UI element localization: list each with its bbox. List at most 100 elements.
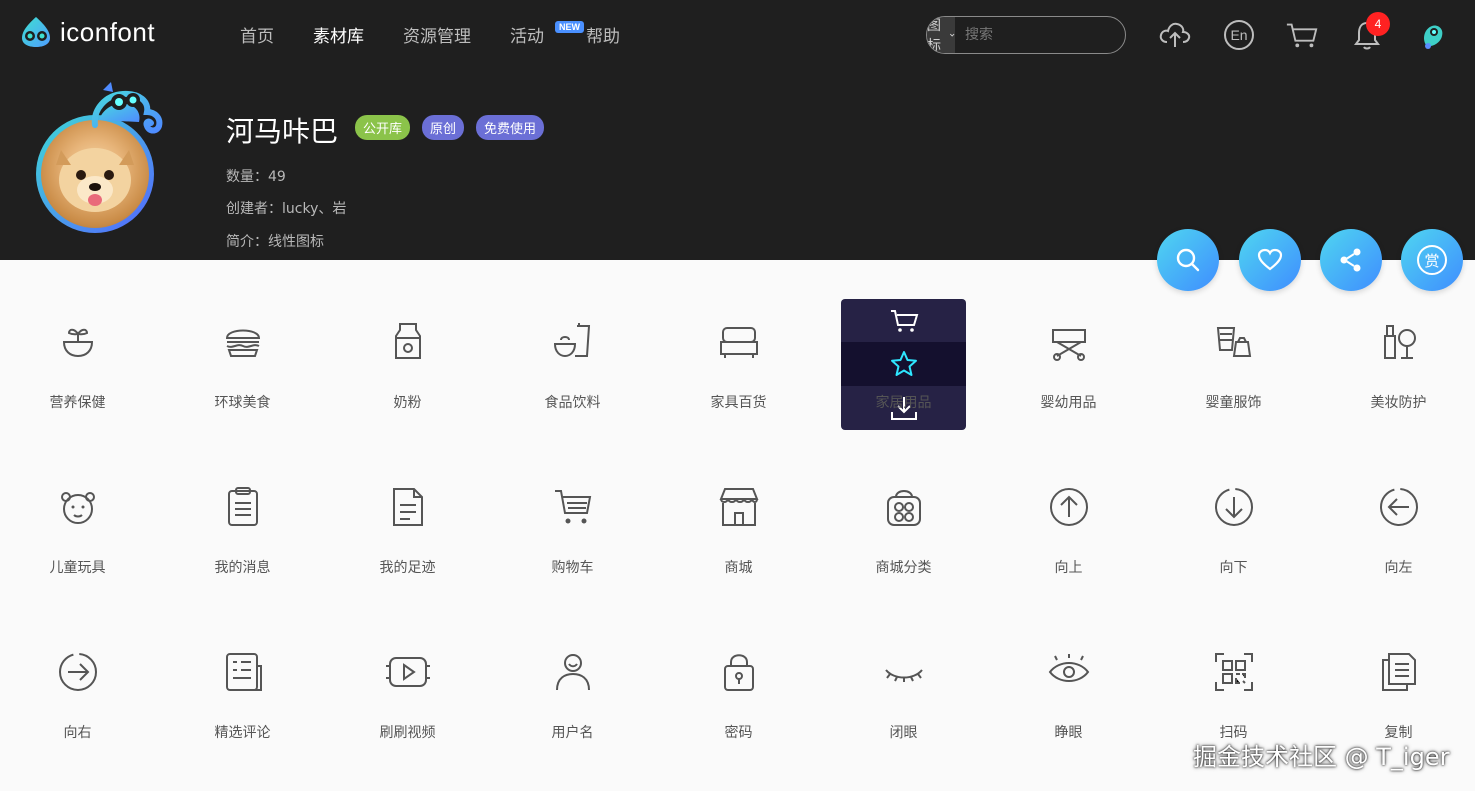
tag-public-library[interactable]: 公开库 [355,115,411,140]
icon-card[interactable]: 向下 [1171,465,1296,595]
library-title: 河马咔巴 [226,115,339,148]
library-description: 简介：线性图标 [226,234,324,250]
video-play-icon [385,657,430,687]
sofa-icon [719,327,758,358]
icon-label: 复制 [1384,725,1413,741]
icon-card[interactable]: 向上 [1006,465,1131,595]
milk-powder-icon [394,323,421,359]
icon-card[interactable]: 营养保健 [15,300,140,430]
nav-resource-management[interactable]: 资源管理 [403,22,471,47]
library-creator: 创建者：lucky、岩 [226,201,347,217]
icon-card[interactable]: 密码 [676,630,801,760]
nav-help[interactable]: 帮助 [586,22,620,47]
icon-card[interactable]: 我的消息 [180,465,305,595]
search-type-select[interactable]: 图标 [927,17,955,53]
library-count: 数量：49 [226,169,286,185]
icon-label: 商城分类 [875,560,932,576]
icon-card[interactable]: 商城 [676,465,801,595]
icon-label: 家居用品 [875,395,932,411]
nav-materials[interactable]: 素材库 [313,22,364,47]
icon-label: 我的足迹 [379,560,436,576]
burger-icon [225,329,260,357]
clipboard-icon [227,487,258,526]
store-icon [719,488,758,526]
icon-label: 向左 [1384,560,1413,576]
icon-label: 精选评论 [214,725,271,741]
main-nav: 首页 素材库 资源管理 活动 NEW 帮助 [240,21,659,47]
nav-home[interactable]: 首页 [240,22,274,47]
library-header [0,70,1475,260]
icon-label: 密码 [724,725,753,741]
icon-card[interactable]: 婴幼用品 [1006,300,1131,430]
icon-card[interactable]: 婴童服饰 [1171,300,1296,430]
icon-label: 向上 [1054,560,1083,576]
icon-card[interactable]: 购物车 [510,465,635,595]
icon-card[interactable]: 睁眼 [1006,630,1131,760]
brand-name: iconfont [60,16,156,47]
icon-card[interactable]: 向右 [15,630,140,760]
icon-label: 刷刷视频 [379,725,436,741]
share-library-button[interactable] [1320,229,1382,291]
language-switch[interactable]: En [1222,18,1256,52]
icon-card[interactable]: 家具百货 [676,300,801,430]
arrow-right-circle-icon [58,653,97,691]
upload-button[interactable] [1158,18,1192,52]
top-navigation-bar: iconfont 首页 素材库 资源管理 活动 NEW 帮助 图标 En 4 [0,0,1475,70]
icon-card[interactable]: 环球美食 [180,300,305,430]
search-input[interactable] [955,17,1125,53]
icon-label: 营养保健 [49,395,106,411]
icon-label: 用户名 [551,725,594,741]
icon-label: 睁眼 [1054,725,1083,741]
user-avatar[interactable] [1416,18,1450,52]
chameleon-avatar-icon [1424,25,1443,49]
lock-icon [723,654,754,691]
tag-original[interactable]: 原创 [422,115,465,140]
icon-card[interactable]: 向左 [1336,465,1461,595]
baby-clothing-icon [1216,327,1251,357]
nav-label: 活动 [510,27,544,47]
icon-label: 食品饮料 [544,395,601,411]
notification-button[interactable]: 4 [1350,12,1390,52]
language-label: En [1230,27,1248,43]
icon-card[interactable]: 闭眼 [841,630,966,760]
eye-open-icon [1048,654,1089,682]
icon-label: 扫码 [1219,725,1248,741]
icon-card[interactable]: 家居用品 [841,300,966,430]
notification-count-badge: 4 [1366,12,1390,36]
user-icon [555,654,590,691]
cart-button[interactable] [1285,18,1319,52]
tag-free-use[interactable]: 免费使用 [476,115,545,140]
nav-activity[interactable]: 活动 NEW [510,21,584,47]
cosmetics-icon [1383,325,1416,359]
icon-card[interactable]: 奶粉 [345,300,470,430]
icon-card[interactable]: 复制 [1336,630,1461,760]
icon-label: 向下 [1219,560,1248,576]
cart-icon [1286,23,1318,48]
icon-card[interactable]: 商城分类 [841,465,966,595]
nav-label: 素材库 [313,27,364,47]
icon-label: 商城 [724,560,753,576]
favorite-library-button[interactable] [1239,229,1301,291]
icon-card[interactable]: 用户名 [510,630,635,760]
iconfont-logo[interactable]: iconfont [18,14,155,50]
icon-card[interactable]: 刷刷视频 [345,630,470,760]
comment-list-icon [225,653,262,691]
new-badge: NEW [555,21,584,33]
eye-closed-icon [884,669,923,682]
icon-card[interactable]: 美妆防护 [1336,300,1461,430]
icon-card[interactable]: 我的足迹 [345,465,470,595]
icon-card[interactable]: 儿童玩具 [15,465,140,595]
chameleon-logo-icon [22,17,50,47]
reward-icon: 赏 [1417,245,1447,275]
category-bag-icon [886,490,921,526]
icon-card[interactable]: 扫码 [1171,630,1296,760]
nav-label: 首页 [240,27,274,47]
icon-label: 我的消息 [214,560,271,576]
icon-card[interactable]: 精选评论 [180,630,305,760]
icon-card[interactable]: 食品饮料 [510,300,635,430]
search-library-button[interactable] [1157,229,1219,291]
icon-label: 向右 [63,725,92,741]
icon-label: 家具百货 [710,395,767,411]
icon-label: 美妆防护 [1370,395,1427,411]
reward-button[interactable]: 赏 [1401,229,1463,291]
